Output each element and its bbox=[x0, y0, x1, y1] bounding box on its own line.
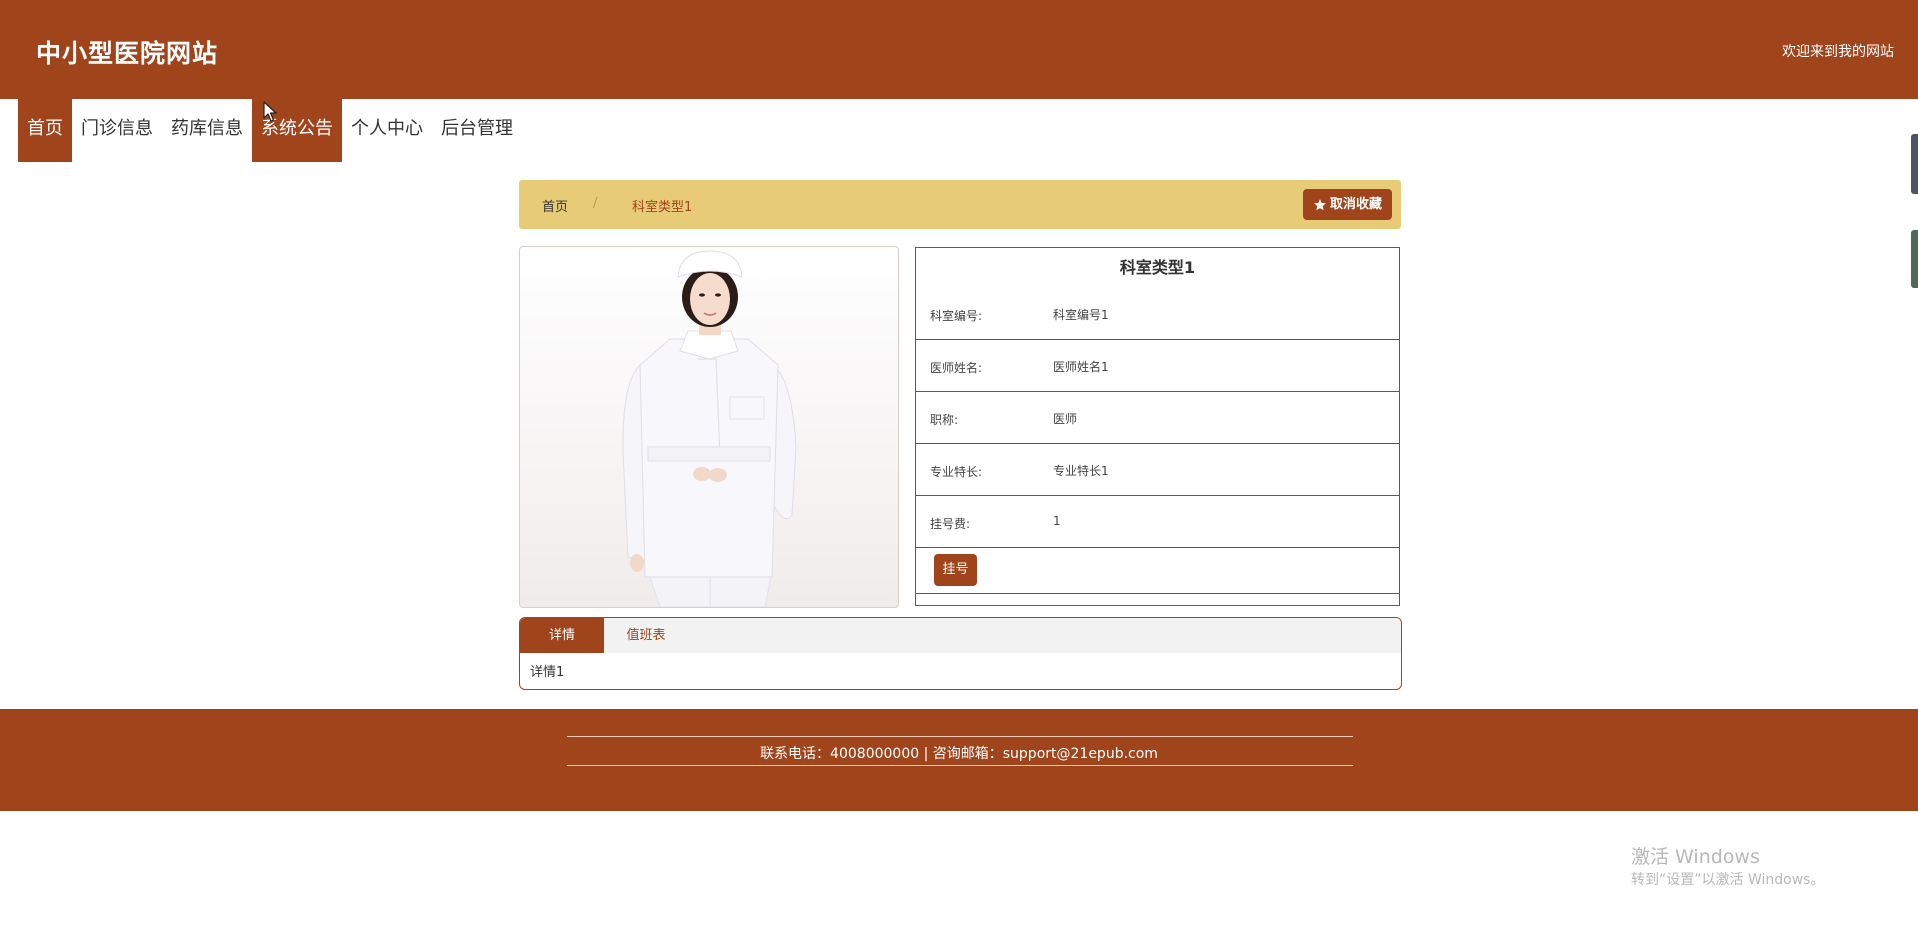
detail-label: 职称: bbox=[930, 413, 959, 427]
breadcrumb-separator: / bbox=[593, 196, 598, 211]
doctor-photo bbox=[519, 246, 899, 608]
activation-watermark-subtitle: 转到“设置”以激活 Windows。 bbox=[1631, 872, 1825, 888]
detail-label: 科室编号: bbox=[930, 309, 983, 323]
edge-scroll-stub[interactable] bbox=[1911, 134, 1918, 194]
department-detail-panel: 科室类型1 科室编号: 科室编号1 医师姓名: 医师姓名1 职称: 医师 专业特… bbox=[915, 247, 1400, 606]
detail-label: 挂号费: bbox=[930, 517, 971, 531]
detail-label: 专业特长: bbox=[930, 465, 983, 479]
detail-tabs: 详情 值班表 详情1 bbox=[519, 617, 1402, 690]
site-footer: 联系电话：4008000000 | 咨询邮箱：support@21epub.co… bbox=[0, 709, 1918, 811]
detail-row-fee: 挂号费: 1 bbox=[916, 496, 1399, 548]
detail-value: 医师姓名1 bbox=[1053, 360, 1109, 374]
detail-title: 科室类型1 bbox=[1119, 258, 1196, 277]
detail-value: 1 bbox=[1053, 514, 1061, 528]
detail-value: 科室编号1 bbox=[1053, 308, 1109, 322]
edge-scroll-stub[interactable] bbox=[1911, 230, 1918, 288]
activation-watermark-title: 激活 Windows bbox=[1631, 846, 1760, 868]
breadcrumb-home-link[interactable]: 首页 bbox=[542, 196, 568, 215]
detail-value: 医师 bbox=[1053, 412, 1078, 426]
tab-duty-schedule[interactable]: 值班表 bbox=[604, 618, 688, 653]
tab-details[interactable]: 详情 bbox=[520, 618, 604, 653]
unfavorite-button[interactable]: 取消收藏 bbox=[1302, 189, 1392, 220]
tab-content: 详情1 bbox=[530, 665, 565, 680]
nurse-illustration bbox=[622, 250, 797, 607]
nav-item-outpatient[interactable]: 门诊信息 bbox=[72, 99, 162, 162]
detail-row-title: 职称: 医师 bbox=[916, 392, 1399, 444]
nav-item-personal-center[interactable]: 个人中心 bbox=[342, 99, 432, 162]
star-icon bbox=[1314, 198, 1326, 210]
tab-header: 详情 值班表 bbox=[520, 618, 1401, 653]
nav-item-home[interactable]: 首页 bbox=[18, 99, 72, 162]
register-button[interactable]: 挂号 bbox=[934, 554, 977, 586]
detail-value: 专业特长1 bbox=[1053, 464, 1109, 478]
mouse-cursor-icon bbox=[263, 101, 277, 122]
unfavorite-button-label: 取消收藏 bbox=[1329, 197, 1382, 212]
nav-item-pharmacy[interactable]: 药库信息 bbox=[162, 99, 252, 162]
footer-contact: 联系电话：4008000000 | 咨询邮箱：support@21epub.co… bbox=[760, 746, 1158, 762]
welcome-text: 欢迎来到我的网站 bbox=[1782, 44, 1894, 60]
footer-divider-top bbox=[567, 736, 1353, 737]
detail-row-specialty: 专业特长: 专业特长1 bbox=[916, 444, 1399, 496]
footer-divider-bottom bbox=[567, 765, 1353, 766]
detail-label: 医师姓名: bbox=[930, 361, 983, 375]
detail-row-dept-no: 科室编号: 科室编号1 bbox=[916, 288, 1399, 340]
site-header: 中小型医院网站 欢迎来到我的网站 bbox=[0, 0, 1918, 99]
nav-item-admin[interactable]: 后台管理 bbox=[432, 99, 522, 162]
site-title: 中小型医院网站 bbox=[36, 39, 219, 68]
breadcrumb-current: 科室类型1 bbox=[632, 200, 693, 215]
register-row: 挂号 bbox=[916, 548, 1399, 594]
breadcrumb: 首页 / 科室类型1 取消收藏 bbox=[519, 180, 1401, 229]
detail-row-doctor-name: 医师姓名: 医师姓名1 bbox=[916, 340, 1399, 392]
